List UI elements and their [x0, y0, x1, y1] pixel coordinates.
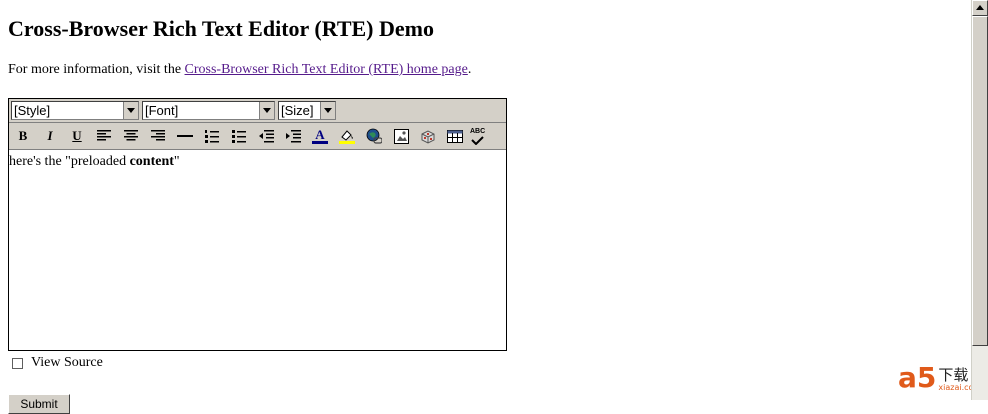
scroll-up-button[interactable]: [972, 0, 988, 16]
unordered-list-button[interactable]: [227, 125, 251, 147]
ordered-list-button[interactable]: [200, 125, 224, 147]
submit-button[interactable]: Submit: [8, 394, 70, 414]
italic-icon: I: [47, 128, 53, 143]
insert-link-icon: [366, 128, 382, 144]
vertical-scrollbar[interactable]: [971, 0, 988, 400]
text-color-bar: [312, 141, 328, 144]
checkmark-icon: [471, 135, 484, 145]
view-source-label: View Source: [31, 355, 103, 370]
insert-image-button[interactable]: [389, 125, 413, 147]
command-toolbar: B I U A ABC: [9, 123, 506, 150]
insert-link-button[interactable]: [362, 125, 386, 147]
italic-button[interactable]: I: [38, 125, 62, 147]
intro-text: For more information, visit the Cross-Br…: [8, 62, 471, 78]
special-char-icon: [421, 129, 435, 144]
content-text-end: ": [173, 154, 180, 169]
format-toolbar: [Style] [Font] [Size]: [9, 99, 506, 123]
spellcheck-icon: ABC: [470, 127, 486, 135]
align-left-button[interactable]: [92, 125, 116, 147]
style-select-value: [Style]: [14, 103, 51, 118]
unordered-list-icon: [232, 129, 246, 143]
view-source-row: View Source: [12, 355, 103, 371]
horizontal-rule-button[interactable]: [173, 125, 197, 147]
watermark-logo-mark: a5: [898, 361, 937, 394]
align-right-icon: [151, 130, 165, 141]
align-right-button[interactable]: [146, 125, 170, 147]
style-select[interactable]: [Style]: [11, 101, 139, 120]
size-select[interactable]: [Size]: [278, 101, 336, 120]
editor-content[interactable]: here's the "preloaded content": [9, 151, 506, 350]
chevron-down-icon: [123, 102, 138, 119]
chevron-down-icon: [320, 102, 335, 119]
intro-prefix: For more information, visit the: [8, 62, 185, 77]
intro-suffix: .: [467, 62, 472, 77]
insert-image-icon: [393, 128, 409, 144]
indent-button[interactable]: [281, 125, 305, 147]
scrollbar-thumb[interactable]: [972, 16, 988, 346]
size-select-value: [Size]: [281, 103, 314, 118]
outdent-button[interactable]: [254, 125, 278, 147]
content-bold-text: content: [129, 154, 174, 169]
ordered-list-icon: [205, 129, 219, 143]
watermark-logo: a5 下载 xiazai.com: [898, 361, 981, 394]
align-left-icon: [97, 130, 111, 141]
horizontal-rule-icon: [177, 135, 193, 137]
font-select[interactable]: [Font]: [142, 101, 275, 120]
view-source-checkbox[interactable]: [12, 357, 23, 369]
chevron-down-icon: [259, 102, 274, 119]
text-color-icon: A: [315, 127, 325, 142]
outdent-icon: [258, 129, 274, 142]
highlight-color-button[interactable]: [335, 125, 359, 147]
highlight-color-icon: [339, 130, 355, 144]
indent-icon: [285, 129, 301, 142]
underline-icon: U: [72, 128, 82, 143]
insert-table-button[interactable]: [443, 125, 467, 147]
rte-home-link[interactable]: Cross-Browser Rich Text Editor (RTE) hom…: [185, 62, 468, 77]
font-select-value: [Font]: [145, 103, 179, 118]
bold-icon: B: [18, 128, 28, 143]
align-center-button[interactable]: [119, 125, 143, 147]
align-center-icon: [124, 130, 138, 141]
special-char-button[interactable]: [416, 125, 440, 147]
page-title: Cross-Browser Rich Text Editor (RTE) Dem…: [8, 16, 434, 41]
insert-table-icon: [447, 129, 463, 143]
content-text: here's the "preloaded: [9, 154, 130, 169]
spellcheck-button[interactable]: ABC: [470, 125, 494, 147]
underline-button[interactable]: U: [65, 125, 89, 147]
text-color-button[interactable]: A: [308, 125, 332, 147]
bold-button[interactable]: B: [11, 125, 35, 147]
rich-text-editor: [Style] [Font] [Size] B I U A ABC here's…: [8, 98, 507, 351]
